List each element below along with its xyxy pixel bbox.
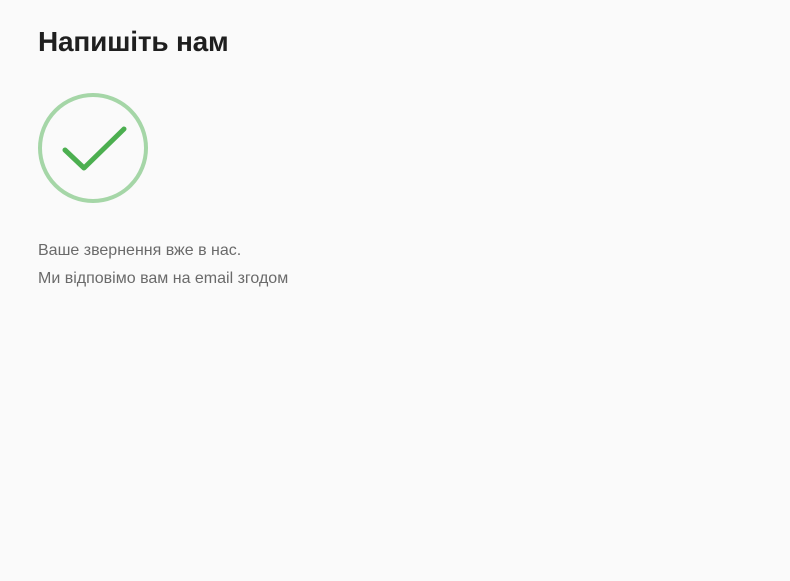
success-message-line-1: Ваше звернення вже в нас.: [38, 242, 242, 259]
success-circle: [38, 93, 148, 203]
check-circle-icon: [38, 93, 148, 203]
success-message: Ваше звернення вже в нас. Ми відповімо в…: [38, 237, 538, 293]
page-title: Напишіть нам: [38, 26, 229, 57]
contact-success-panel: Напишіть нам Ваше звернення вже в нас. М…: [0, 0, 790, 581]
success-message-line-2: Ми відповімо вам на email згодом: [38, 270, 289, 287]
check-circle-svg: [38, 93, 148, 203]
check-mark: [62, 126, 127, 171]
